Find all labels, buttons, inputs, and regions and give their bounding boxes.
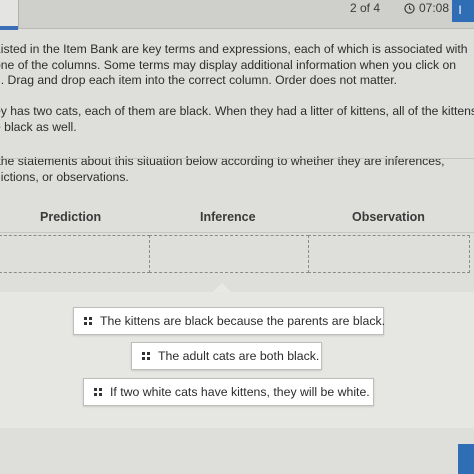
drag-handle-icon — [94, 388, 102, 396]
draggable-item[interactable]: If two white cats have kittens, they wil… — [83, 378, 374, 406]
item-text: The adult cats are both black. — [158, 349, 320, 363]
instruction-line: one of the columns. Some terms may displ… — [0, 57, 457, 72]
page-counter: 2 of 4 — [350, 1, 381, 15]
instruction-line: Listed in the Item Bank are key terms an… — [0, 42, 468, 56]
scenario-line: ey has two cats, each of them are black.… — [0, 104, 474, 118]
item-text: If two white cats have kittens, they wil… — [110, 385, 370, 399]
previous-button[interactable] — [0, 0, 19, 28]
timer-text: 07:08 — [419, 1, 450, 15]
column-header-prediction: Prediction — [40, 210, 102, 224]
info-button-label: I — [458, 3, 462, 17]
column-header-inference: Inference — [200, 210, 256, 224]
timer: 07:08 — [404, 1, 449, 15]
draggable-item[interactable]: The adult cats are both black. — [131, 342, 322, 370]
drag-handle-icon — [84, 317, 92, 325]
task-line: dictions, or observations. — [0, 169, 129, 184]
item-text: The kittens are black because the parent… — [100, 314, 386, 328]
draggable-item[interactable]: The kittens are black because the parent… — [73, 307, 386, 335]
info-button[interactable]: I — [452, 0, 474, 22]
dropzone-observation[interactable] — [308, 235, 470, 273]
section-divider — [0, 158, 474, 159]
instruction-line: n. Drag and drop each item into the corr… — [0, 73, 398, 87]
task-line: the statements about this situation belo… — [0, 154, 445, 168]
scenario-paragraph: ey has two cats, each of them are black.… — [0, 104, 474, 135]
header-rule — [0, 232, 474, 233]
instructions-paragraph-1: Listed in the Item Bank are key terms an… — [0, 42, 468, 89]
column-header-observation: Observation — [352, 210, 425, 224]
scenario-line: e black as well. — [0, 119, 77, 134]
clock-icon — [404, 2, 415, 14]
dropzone-inference[interactable] — [149, 235, 309, 273]
question-page: 2 of 4 07:08 I Listed in the Item Bank a… — [0, 0, 474, 474]
drag-handle-icon — [142, 352, 150, 360]
progress-indicator — [0, 26, 18, 30]
top-bar: 2 of 4 07:08 I — [0, 0, 474, 30]
dropzone-prediction[interactable] — [0, 235, 150, 273]
next-button[interactable] — [458, 444, 474, 474]
